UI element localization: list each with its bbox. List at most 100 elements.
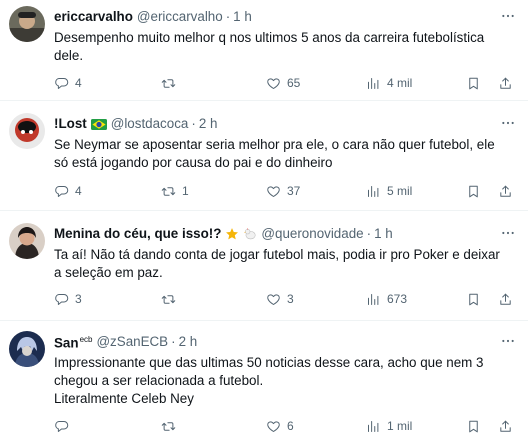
display-name[interactable]: Sanecb	[54, 331, 92, 352]
username[interactable]: @lostdacoca	[111, 115, 189, 133]
bookmark-button[interactable]	[466, 73, 481, 93]
retweet-icon	[161, 76, 176, 91]
tweet-actions: 3 3 673	[54, 289, 518, 309]
bookmark-button[interactable]	[466, 416, 481, 436]
views-icon	[366, 76, 381, 91]
tweet-text-line: Impressionante que das ultimas 50 notici…	[54, 355, 484, 370]
more-icon[interactable]	[498, 6, 518, 26]
tweet-actions: 6 1 mil	[54, 416, 518, 436]
avatar[interactable]	[9, 331, 45, 367]
reply-button[interactable]: 4	[54, 181, 82, 201]
username[interactable]: @zSanECB	[96, 333, 168, 351]
bookmark-icon	[466, 292, 481, 307]
views-count: 1 mil	[387, 419, 413, 433]
tweet[interactable]: ericcarvalho @ericcarvalho · 1 h Desempe…	[0, 0, 528, 101]
like-button[interactable]: 65	[266, 73, 300, 93]
retweet-button[interactable]: 1	[161, 181, 189, 201]
retweet-icon	[161, 419, 176, 434]
heart-icon	[266, 419, 281, 434]
timestamp[interactable]: 1 h	[233, 8, 252, 26]
username[interactable]: @queronovidade	[261, 225, 363, 243]
display-name[interactable]: ericcarvalho	[54, 8, 133, 26]
tweet[interactable]: !Lost @lostdacoca · 2 h Se Neymar se apo…	[0, 101, 528, 211]
retweet-button[interactable]	[161, 73, 182, 93]
tweet-text-line: dele.	[54, 48, 84, 63]
like-button[interactable]: 37	[266, 181, 300, 201]
share-button[interactable]	[498, 416, 513, 436]
reply-button[interactable]	[54, 416, 75, 436]
views-count: 673	[387, 292, 408, 306]
views-icon	[366, 419, 381, 434]
views-count: 4 mil	[387, 76, 413, 90]
separator-dot: ·	[191, 116, 196, 131]
tweet-header: ericcarvalho @ericcarvalho · 1 h	[54, 8, 518, 26]
tweet-actions: 4 65 4 mil	[54, 73, 518, 93]
reply-icon	[54, 292, 69, 307]
reply-icon	[54, 76, 69, 91]
bookmark-icon	[466, 419, 481, 434]
share-icon	[498, 419, 513, 434]
heart-icon	[266, 184, 281, 199]
chicken-icon	[243, 227, 257, 241]
tweet-text-line: só está jogando por causa do pai e do di…	[54, 155, 333, 170]
tweet[interactable]: Sanecb @zSanECB · 2 h Impressionante que…	[0, 321, 528, 445]
share-icon	[498, 292, 513, 307]
reply-count: 4	[75, 184, 82, 198]
bookmark-button[interactable]	[466, 289, 481, 309]
tweet-header: Menina do céu, que isso!? @queronovidade…	[54, 225, 518, 243]
more-icon[interactable]	[498, 223, 518, 243]
bookmark-button[interactable]	[466, 181, 481, 201]
views-button[interactable]: 673	[366, 289, 407, 309]
more-icon[interactable]	[498, 331, 518, 351]
share-button[interactable]	[498, 181, 513, 201]
avatar[interactable]	[9, 223, 45, 259]
tweet-text-line: a seleção em paz.	[54, 265, 163, 280]
avatar[interactable]	[9, 113, 45, 149]
reply-feed: ericcarvalho @ericcarvalho · 1 h Desempe…	[0, 0, 528, 445]
display-name[interactable]: Menina do céu, que isso!?	[54, 225, 221, 243]
separator-dot: ·	[225, 9, 231, 24]
separator-dot: ·	[171, 334, 176, 349]
more-icon[interactable]	[498, 113, 518, 133]
like-count: 37	[287, 184, 301, 198]
tweet-header: !Lost @lostdacoca · 2 h	[54, 115, 518, 133]
display-name-superscript: ecb	[79, 335, 93, 345]
like-count: 65	[287, 76, 301, 90]
star-icon	[225, 227, 239, 241]
brazil-flag-icon	[90, 118, 107, 130]
tweet-text: Se Neymar se aposentar seria melhor pra …	[54, 136, 518, 172]
share-icon	[498, 76, 513, 91]
heart-icon	[266, 292, 281, 307]
tweet-text-line: Ta aí! Não tá dando conta de jogar futeb…	[54, 247, 500, 262]
views-button[interactable]: 5 mil	[366, 181, 412, 201]
retweet-icon	[161, 184, 176, 199]
bookmark-icon	[466, 184, 481, 199]
display-name[interactable]: !Lost	[54, 115, 87, 133]
reply-icon	[54, 184, 69, 199]
timestamp[interactable]: 2 h	[199, 115, 218, 133]
share-icon	[498, 184, 513, 199]
views-button[interactable]: 1 mil	[366, 416, 412, 436]
avatar[interactable]	[9, 6, 45, 42]
like-count: 6	[287, 419, 294, 433]
username[interactable]: @ericcarvalho	[137, 8, 223, 26]
views-icon	[366, 184, 381, 199]
like-button[interactable]: 6	[266, 416, 294, 436]
views-count: 5 mil	[387, 184, 413, 198]
share-button[interactable]	[498, 73, 513, 93]
tweet-text: Impressionante que das ultimas 50 notici…	[54, 354, 518, 408]
reply-count: 3	[75, 292, 82, 306]
timestamp[interactable]: 2 h	[179, 333, 198, 351]
share-button[interactable]	[498, 289, 513, 309]
like-button[interactable]: 3	[266, 289, 294, 309]
retweet-button[interactable]	[161, 416, 182, 436]
reply-count: 4	[75, 76, 82, 90]
tweet-text: Ta aí! Não tá dando conta de jogar futeb…	[54, 246, 518, 282]
views-button[interactable]: 4 mil	[366, 73, 412, 93]
tweet[interactable]: Menina do céu, que isso!? @queronovidade…	[0, 211, 528, 321]
reply-button[interactable]: 3	[54, 289, 82, 309]
timestamp[interactable]: 1 h	[374, 225, 393, 243]
retweet-button[interactable]	[161, 289, 182, 309]
reply-button[interactable]: 4	[54, 73, 82, 93]
heart-icon	[266, 76, 281, 91]
